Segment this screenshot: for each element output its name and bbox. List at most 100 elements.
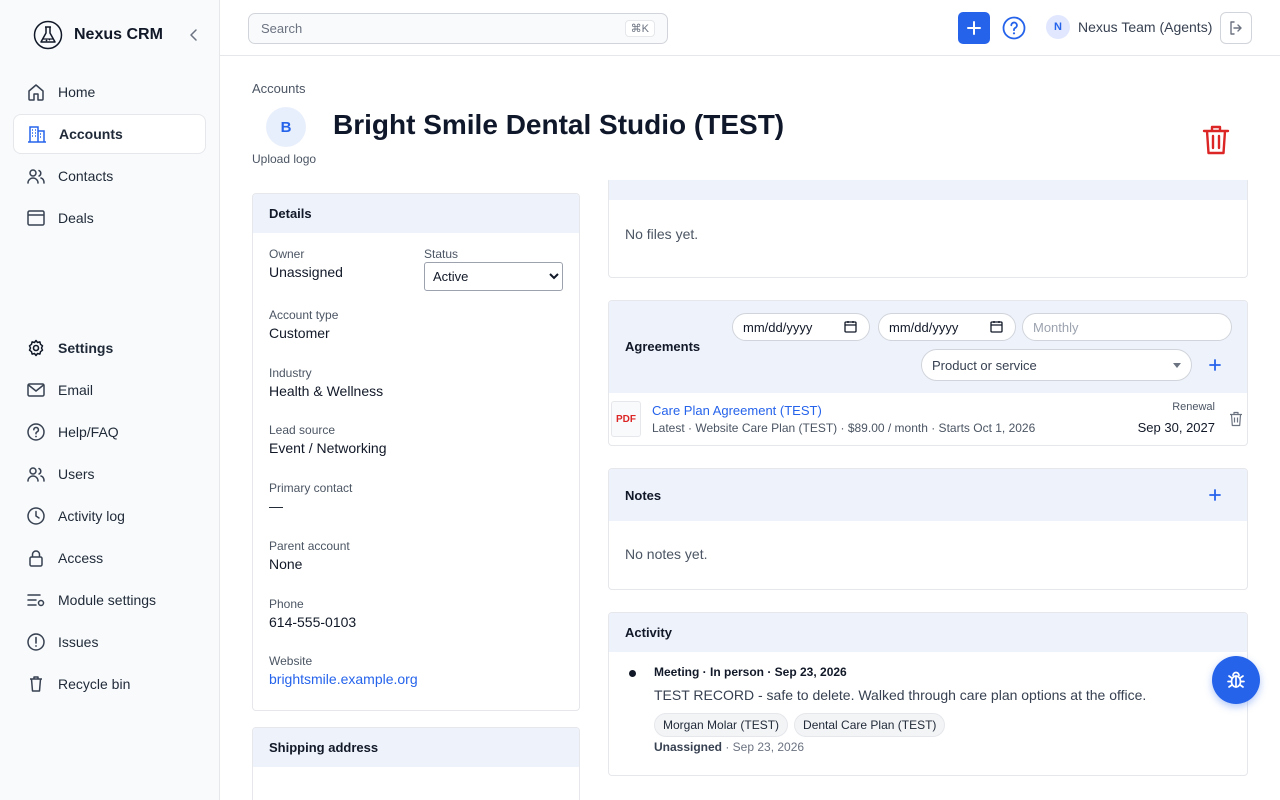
sidebar-item-label: Email — [58, 382, 94, 398]
sidebar-item-settings[interactable]: Settings — [13, 328, 206, 368]
sidebar-item-deals[interactable]: Deals — [13, 198, 206, 238]
sidebar-item-contacts[interactable]: Contacts — [13, 156, 206, 196]
renewal-date: Sep 30, 2027 — [1137, 420, 1215, 435]
calendar-icon[interactable] — [990, 320, 1003, 333]
phone-label: Phone — [269, 597, 304, 611]
module-settings-icon — [27, 594, 45, 607]
agreements-header: Agreements Product or service — [609, 301, 1247, 393]
sidebar-item-label: Module settings — [58, 592, 157, 608]
website-field: Website brightsmile.example.org — [269, 654, 418, 687]
sidebar-item-activity-log[interactable]: Activity log — [13, 496, 206, 536]
search-input[interactable] — [261, 21, 601, 36]
sidebar-item-label: Activity log — [58, 508, 125, 524]
phone-field[interactable]: Phone 614-555-0103 — [269, 597, 356, 630]
parent-account-value: None — [269, 556, 303, 572]
search-shortcut: ⌘K — [624, 20, 655, 37]
help-icon — [27, 423, 45, 441]
brand-name: Nexus CRM — [74, 26, 163, 43]
activity-body: TEST RECORD - safe to delete. Walked thr… — [654, 687, 1147, 703]
deals-icon — [27, 210, 45, 226]
avatar: N — [1046, 15, 1070, 39]
trash-icon — [30, 676, 42, 692]
home-icon — [28, 84, 44, 101]
details-title: Details — [253, 194, 579, 233]
search-box[interactable]: ⌘K — [248, 13, 668, 44]
help-circle-icon[interactable] — [1002, 16, 1026, 40]
frequency-input[interactable] — [1022, 313, 1232, 341]
activity-owner: Unassigned — [654, 740, 723, 754]
activity-heading: Meeting · In person · Sep 23, 2026 — [654, 665, 847, 679]
building-icon — [28, 126, 46, 143]
account-type-field[interactable]: Account type Customer — [269, 308, 338, 341]
industry-label: Industry — [269, 366, 312, 380]
add-agreement-icon[interactable] — [1207, 357, 1223, 373]
website-link[interactable]: brightsmile.example.org — [269, 671, 418, 687]
owner-value: Unassigned — [269, 264, 343, 280]
status-select[interactable]: Active — [424, 262, 563, 291]
agreement-row: PDF Care Plan Agreement (TEST) Latest · … — [609, 393, 1247, 445]
sidebar-item-label: Help/FAQ — [58, 424, 119, 440]
industry-value: Health & Wellness — [269, 383, 384, 399]
sidebar-item-label: Accounts — [59, 126, 123, 142]
activity-date: · Sep 23, 2026 — [722, 740, 805, 754]
lead-source-field[interactable]: Lead source Event / Networking — [269, 423, 387, 456]
shipping-address-title: Shipping address — [253, 728, 579, 767]
sidebar-item-users[interactable]: Users — [13, 454, 206, 494]
phone-value: 614-555-0103 — [269, 614, 357, 630]
users-icon — [27, 467, 45, 482]
lead-source-value: Event / Networking — [269, 440, 387, 456]
chevron-down-icon — [1173, 362, 1181, 368]
notes-card: Notes No notes yet. — [608, 468, 1248, 590]
sidebar-item-email[interactable]: Email — [13, 370, 206, 410]
upload-logo-link[interactable]: Upload logo — [252, 152, 316, 166]
agreement-name-link[interactable]: Care Plan Agreement (TEST) — [652, 403, 822, 418]
sidebar-item-access[interactable]: Access — [13, 538, 206, 578]
sidebar-item-help[interactable]: Help/FAQ — [13, 412, 206, 452]
parent-account-field[interactable]: Parent account None — [269, 539, 350, 572]
breadcrumb[interactable]: Accounts — [252, 81, 305, 96]
chevron-left-icon[interactable] — [185, 26, 203, 44]
details-card: Details Owner Unassigned Status Active A… — [252, 193, 580, 711]
sidebar-item-label: Contacts — [58, 168, 114, 184]
owner-field[interactable]: Owner Unassigned — [269, 247, 343, 280]
product-select-value: Product or service — [932, 357, 1037, 373]
files-empty-text: No files yet. — [625, 226, 699, 242]
contact-tag[interactable]: Morgan Molar (TEST) — [654, 713, 789, 737]
sidebar-item-label: Deals — [58, 210, 94, 226]
logout-button[interactable] — [1220, 12, 1252, 44]
agreements-title: Agreements — [625, 339, 701, 354]
activity-title: Activity — [609, 613, 1247, 652]
plus-icon — [967, 21, 981, 35]
bug-report-button[interactable] — [1212, 656, 1260, 704]
delete-icon[interactable] — [1201, 124, 1231, 156]
sidebar-item-accounts[interactable]: Accounts — [13, 114, 206, 154]
activity-card: Activity Meeting · In person · Sep 23, 2… — [608, 612, 1248, 776]
sidebar-item-module-settings[interactable]: Module settings — [13, 580, 206, 620]
trash-icon[interactable] — [1229, 411, 1243, 427]
sidebar-item-label: Access — [58, 550, 104, 566]
create-button[interactable] — [958, 12, 990, 44]
sidebar: Nexus CRM Home Accounts Contacts Deals S… — [0, 0, 220, 800]
activity-tags: Morgan Molar (TEST) Dental Care Plan (TE… — [654, 713, 946, 737]
settings-nav: Settings Email Help/FAQ Users Activity l… — [13, 328, 206, 706]
user-name: Nexus Team (Agents) — [1078, 19, 1213, 35]
owner-label: Owner — [269, 247, 305, 261]
deal-tag[interactable]: Dental Care Plan (TEST) — [794, 713, 946, 737]
industry-field[interactable]: Industry Health & Wellness — [269, 366, 383, 399]
user-menu[interactable]: N Nexus Team (Agents) — [1046, 15, 1212, 39]
sidebar-item-home[interactable]: Home — [13, 72, 206, 112]
mail-icon — [27, 383, 45, 397]
primary-contact-field[interactable]: Primary contact — — [269, 481, 352, 514]
sidebar-item-issues[interactable]: Issues — [13, 622, 206, 662]
notes-title: Notes — [625, 487, 662, 503]
brand[interactable]: Nexus CRM — [33, 20, 203, 50]
sidebar-item-label: Issues — [58, 634, 99, 650]
account-logo[interactable]: B — [266, 107, 306, 147]
product-select[interactable]: Product or service — [921, 349, 1192, 381]
sidebar-item-recycle-bin[interactable]: Recycle bin — [13, 664, 206, 704]
add-note-icon[interactable] — [1207, 487, 1223, 503]
primary-contact-value: — — [269, 498, 283, 514]
agreement-meta: Latest · Website Care Plan (TEST) · $89.… — [652, 421, 1036, 435]
calendar-icon[interactable] — [844, 320, 857, 333]
pdf-icon[interactable]: PDF — [611, 401, 641, 437]
